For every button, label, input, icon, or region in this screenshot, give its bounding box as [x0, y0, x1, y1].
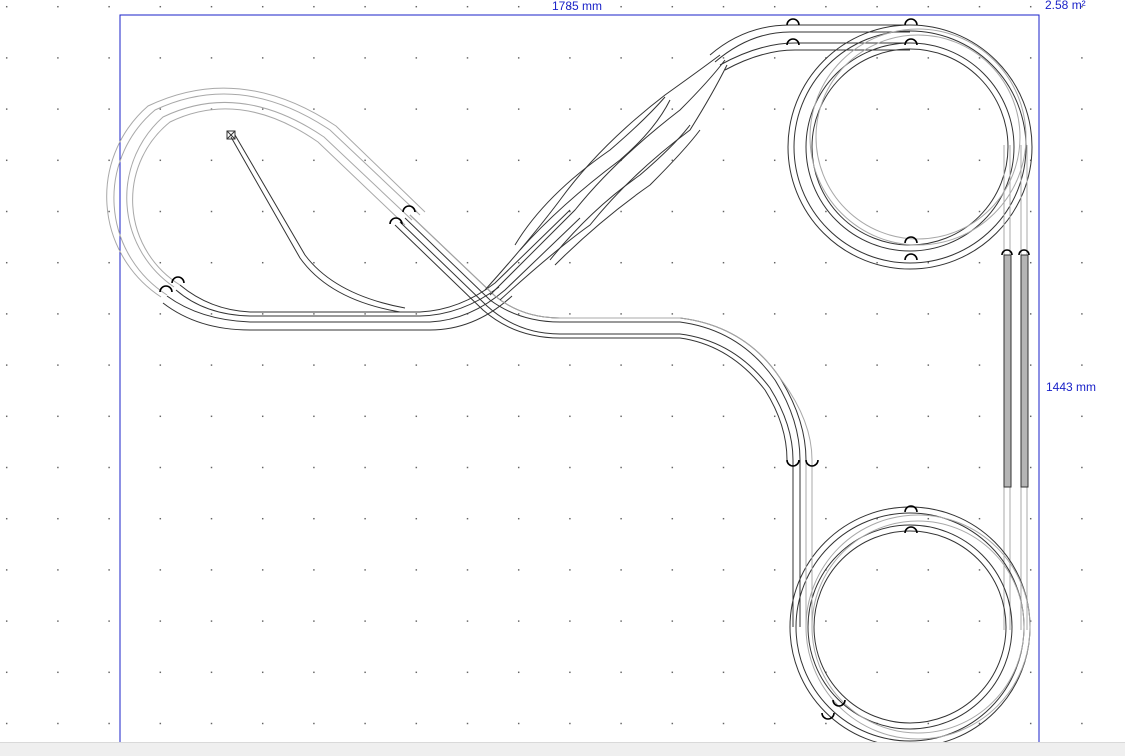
- board-width-label: 1785 mm: [552, 0, 603, 13]
- board-area-label: 2.58 m²: [1045, 0, 1086, 12]
- platform-left[interactable]: [1003, 254, 1012, 488]
- board-height-label: 1443 mm: [1046, 380, 1097, 394]
- status-strip: [0, 742, 1125, 756]
- track-plan-canvas[interactable]: [0, 0, 1125, 755]
- grid-dots: [0, 0, 1125, 742]
- platform-right[interactable]: [1020, 254, 1029, 488]
